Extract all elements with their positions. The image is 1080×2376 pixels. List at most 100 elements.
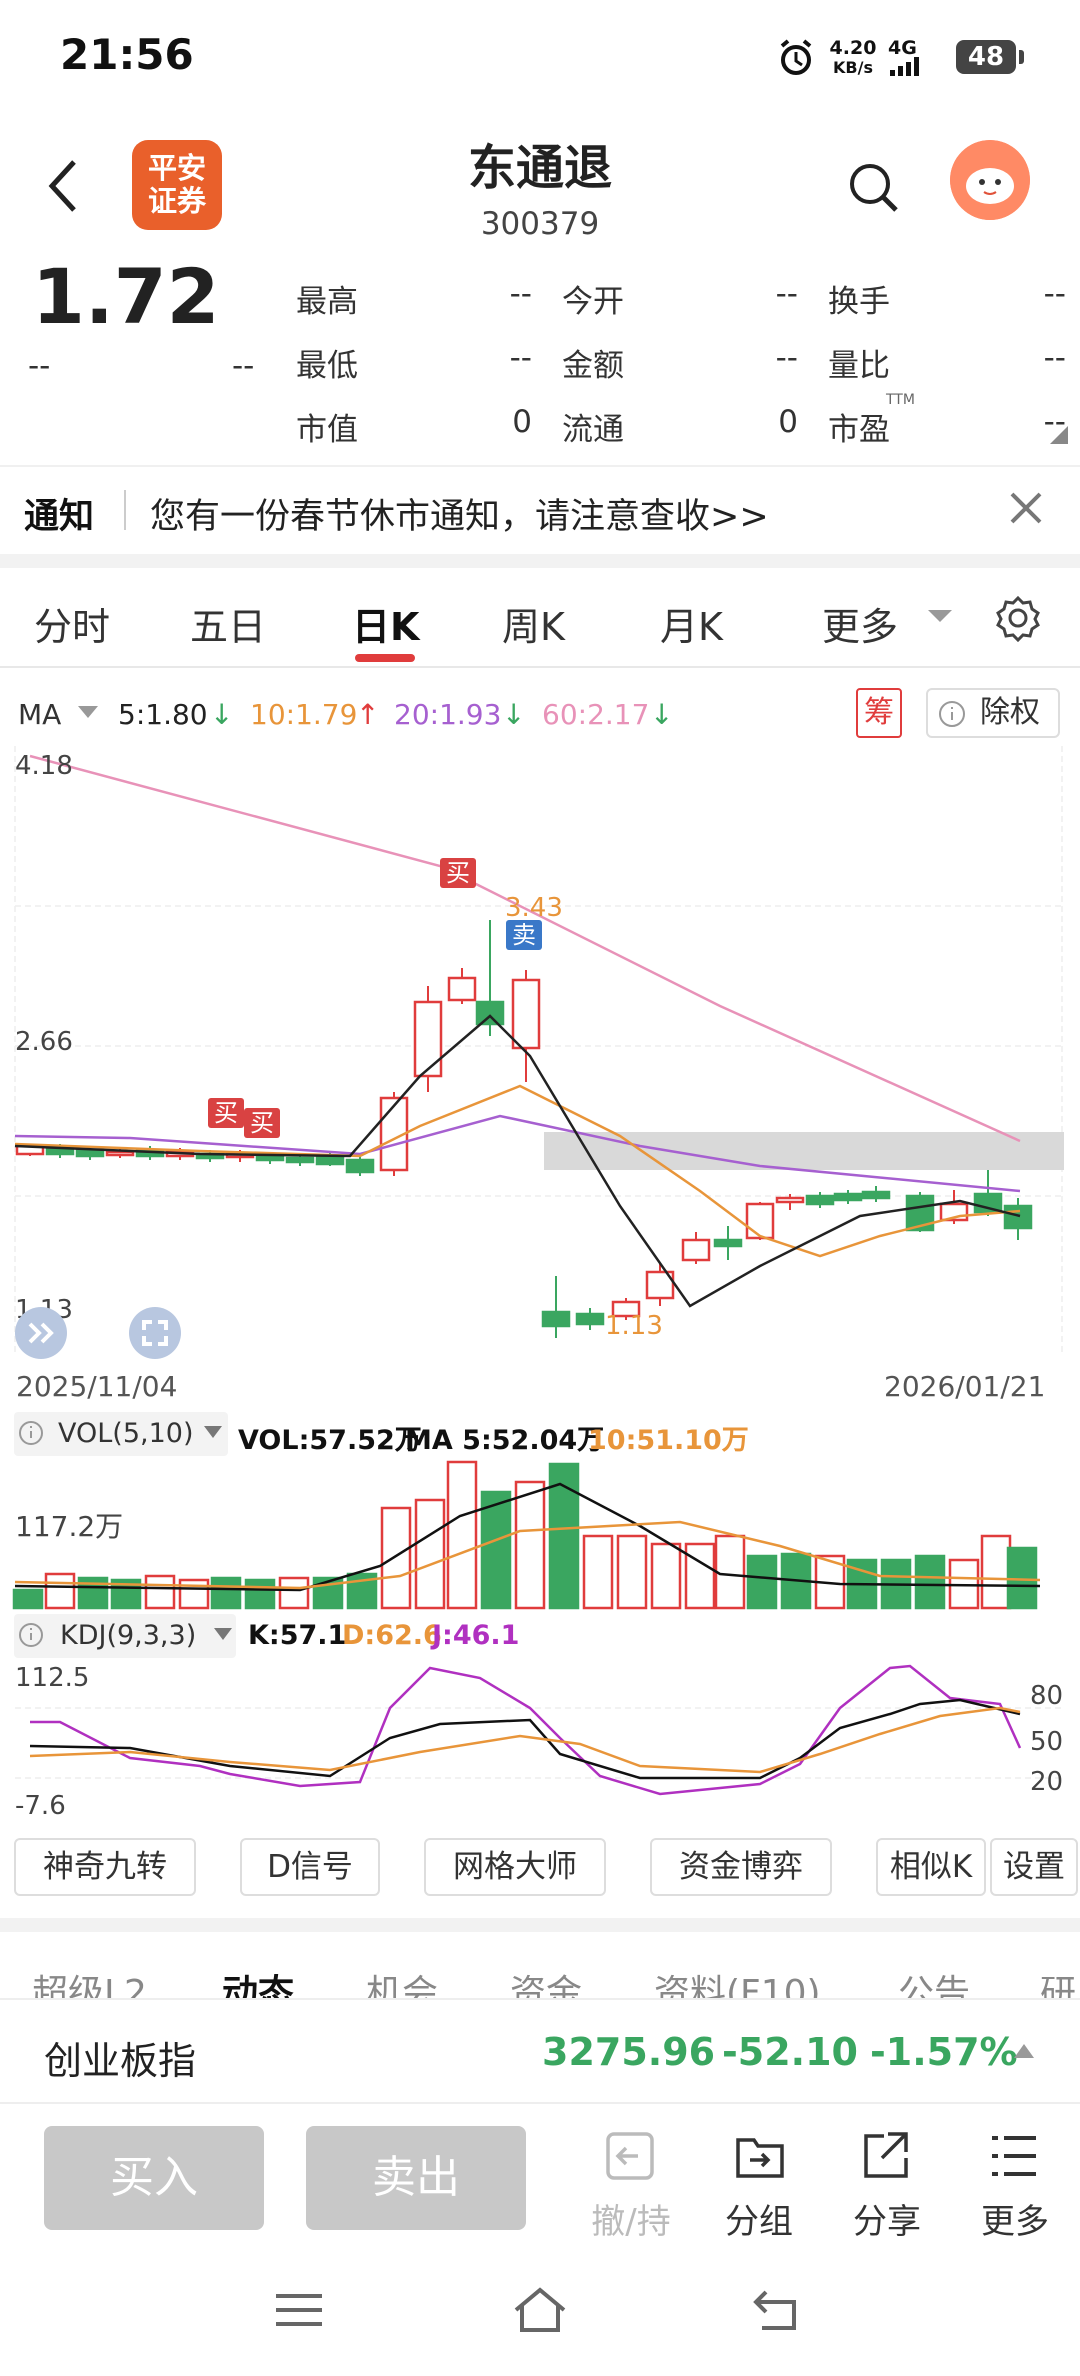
tab-fenshi[interactable]: 分时 xyxy=(34,596,110,651)
tab-zijin[interactable]: 资金 xyxy=(510,1964,582,1998)
ma-label[interactable]: MA xyxy=(18,698,61,731)
tab-dongtai[interactable]: 动态 xyxy=(222,1964,294,1998)
price-change-pct: -- xyxy=(232,348,255,384)
signal-icon xyxy=(890,57,919,76)
kdj-j-line xyxy=(30,1664,1022,1796)
tab-zhouk[interactable]: 周K xyxy=(502,596,565,651)
info-icon xyxy=(19,1623,43,1647)
avatar[interactable] xyxy=(950,140,1030,220)
vol-ma5: MA 5:52.04万 xyxy=(405,1425,605,1456)
notice-text[interactable]: 您有一份春节休市通知，请注意查收>> xyxy=(150,488,769,539)
tab-jihui[interactable]: 机会 xyxy=(366,1964,438,1998)
volume-bar xyxy=(514,1480,546,1610)
content-tabs[interactable]: 超级L2 动态 机会 资金 资料(F10) 公告 研 xyxy=(0,1936,1080,1998)
kdj-k: K:57.1 xyxy=(248,1620,347,1651)
buy-button[interactable]: 买入 xyxy=(44,2126,264,2230)
expand-left-icon[interactable] xyxy=(14,1306,68,1360)
chevron-down-icon[interactable] xyxy=(212,1626,234,1644)
indicator-button[interactable]: 资金博弈 xyxy=(650,1838,832,1896)
indicator-button[interactable]: 相似K xyxy=(876,1838,986,1896)
nav-home-icon[interactable] xyxy=(512,2286,568,2334)
divider xyxy=(0,666,1080,668)
kdj-level-80: 80 xyxy=(1030,1681,1063,1711)
chevron-down-icon[interactable] xyxy=(76,704,100,722)
quote-label: 最低 xyxy=(296,348,358,384)
buy-marker: 买 xyxy=(244,1108,280,1138)
fullscreen-icon[interactable] xyxy=(128,1306,182,1360)
sell-button[interactable]: 卖出 xyxy=(306,2126,526,2230)
vol-label[interactable]: VOL(5,10) xyxy=(58,1418,193,1449)
ma10-line xyxy=(14,1084,1021,1258)
chevron-up-icon[interactable] xyxy=(1012,2042,1036,2060)
kdj-level-50: 50 xyxy=(1030,1727,1063,1757)
share-icon[interactable] xyxy=(860,2130,912,2182)
stock-code: 300379 xyxy=(480,206,600,242)
kline-chart[interactable]: 买 买 买 卖 3.43 1.13 4.18 2.66 1.13 xyxy=(0,746,1080,1366)
quote-value: -- xyxy=(1043,340,1066,376)
battery-icon: 48 xyxy=(956,40,1024,74)
tab-wuri[interactable]: 五日 xyxy=(190,596,266,651)
ttm-label: TTM xyxy=(886,392,915,408)
y-axis-mid: 2.66 xyxy=(15,1027,73,1057)
chevron-down-icon[interactable] xyxy=(202,1424,224,1442)
quote-label: 最高 xyxy=(296,284,358,320)
tab-rik[interactable]: 日K xyxy=(352,596,419,651)
volume-bar xyxy=(684,1542,716,1610)
index-change: -52.10 xyxy=(722,2030,858,2074)
peak-label: 3.43 xyxy=(505,893,563,923)
chip-button[interactable]: 筹 xyxy=(856,688,902,738)
menu-icon[interactable] xyxy=(988,2132,1040,2180)
cancel-icon[interactable] xyxy=(604,2130,656,2182)
svg-text:买: 买 xyxy=(214,1099,238,1127)
tab-f10[interactable]: 资料(F10) xyxy=(654,1964,821,1998)
candle-body xyxy=(255,1154,285,1162)
tab-gonggao[interactable]: 公告 xyxy=(898,1964,970,1998)
ma60-value: 60:2.17 xyxy=(542,698,650,731)
down-arrow-icon: ↓ xyxy=(210,698,234,731)
tab-yuek[interactable]: 月K xyxy=(660,596,723,651)
stock-name: 东通退 xyxy=(467,140,612,196)
nav-menu-icon[interactable] xyxy=(274,2290,324,2330)
svg-text:买: 买 xyxy=(250,1109,274,1137)
volume-bar xyxy=(244,1578,276,1610)
share-label[interactable]: 分享 xyxy=(842,2194,932,2243)
date-start: 2025/11/04 xyxy=(16,1370,178,1403)
tab-indicator xyxy=(355,654,415,662)
quote-label: 量比 xyxy=(828,348,890,384)
candle-body xyxy=(681,1238,711,1262)
kdj-axis-bottom: -7.6 xyxy=(15,1791,66,1818)
kdj-label[interactable]: KDJ(9,3,3) xyxy=(60,1620,196,1651)
volume-bar xyxy=(714,1534,746,1610)
gear-icon[interactable] xyxy=(994,594,1042,642)
candle-body xyxy=(541,1310,571,1328)
quote-label: 换手 xyxy=(828,284,890,320)
tab-more[interactable]: 更多 xyxy=(822,596,898,651)
more-label[interactable]: 更多 xyxy=(970,2194,1060,2243)
tab-yan[interactable]: 研 xyxy=(1040,1964,1076,1998)
candle-body xyxy=(833,1192,863,1202)
close-icon[interactable] xyxy=(1006,488,1046,528)
group-label[interactable]: 分组 xyxy=(714,2194,804,2243)
corner-arrow-icon xyxy=(1050,426,1068,444)
chevron-down-icon[interactable] xyxy=(926,606,954,626)
candle-body xyxy=(447,976,477,1002)
group-icon[interactable] xyxy=(734,2130,786,2182)
indicator-button[interactable]: 网格大师 xyxy=(424,1838,606,1896)
search-icon[interactable] xyxy=(846,160,902,216)
volume-bar xyxy=(980,1534,1012,1610)
candle-body xyxy=(315,1154,345,1166)
sell-marker: 卖 xyxy=(506,920,542,950)
settings-button[interactable]: 设置 xyxy=(990,1838,1078,1896)
quote-label: 市盈 xyxy=(828,412,890,448)
indicator-button[interactable]: D信号 xyxy=(240,1838,380,1896)
cancel-label[interactable]: 撤/持 xyxy=(586,2194,676,2243)
quote-value: 0 xyxy=(512,404,532,440)
candle-body xyxy=(475,1000,505,1026)
tab-l2[interactable]: 超级L2 xyxy=(32,1964,147,1998)
quote-value: -- xyxy=(775,340,798,376)
date-end: 2026/01/21 xyxy=(884,1370,1046,1403)
volume-bar xyxy=(380,1506,412,1610)
divider xyxy=(0,554,1080,568)
indicator-button[interactable]: 神奇九转 xyxy=(14,1838,196,1896)
nav-back-icon[interactable] xyxy=(752,2288,804,2332)
